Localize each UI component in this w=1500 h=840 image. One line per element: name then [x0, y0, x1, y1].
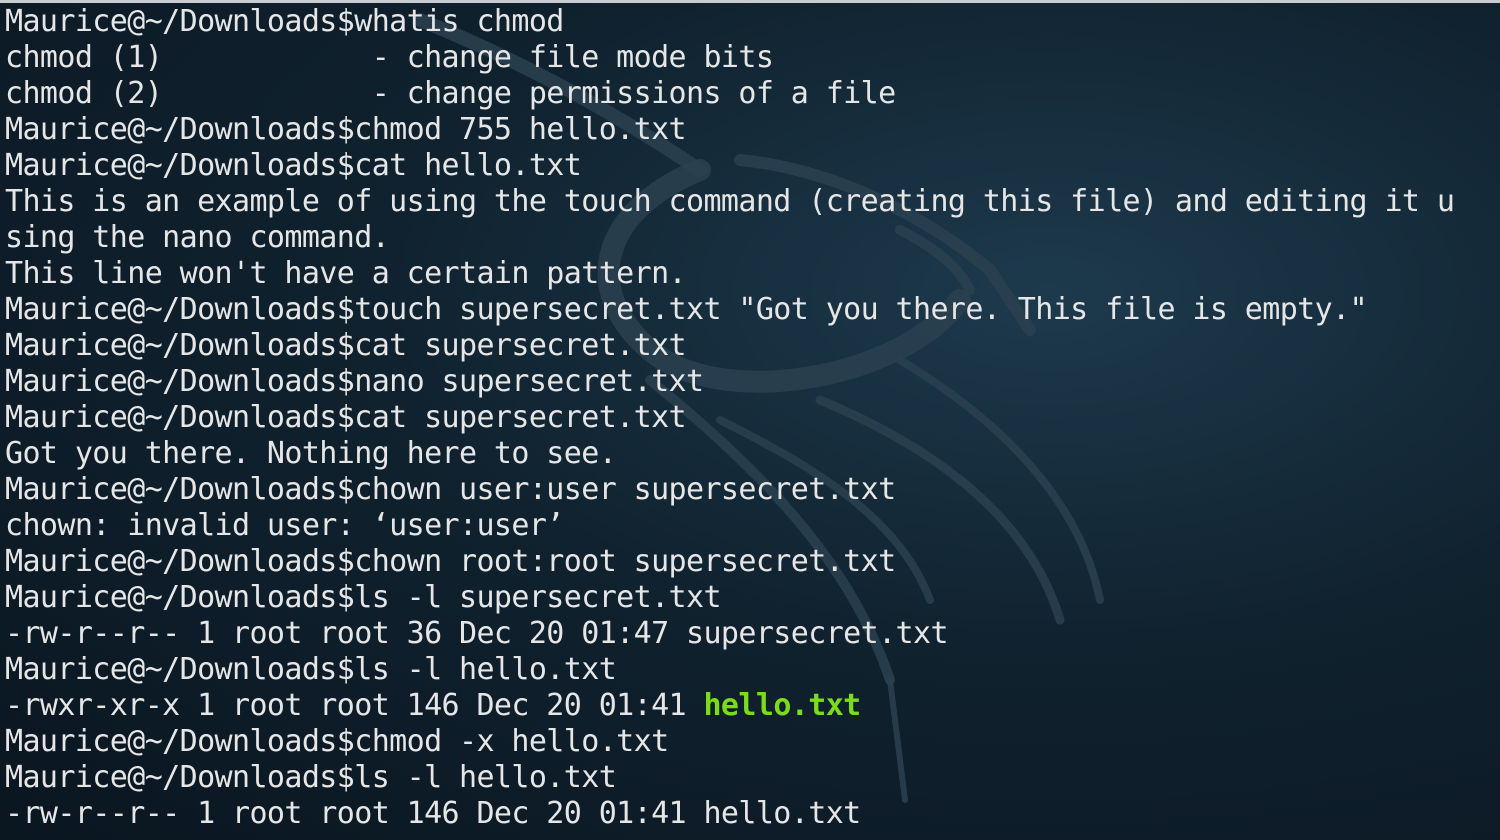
terminal-line: This line won't have a certain pattern. — [5, 256, 687, 291]
terminal-line: chown: invalid user: ‘user:user’ — [5, 508, 564, 543]
terminal-line: Maurice@~/Downloads$cat hello.txt — [5, 148, 582, 183]
terminal-line: Maurice@~/Downloads$whatis chmod — [5, 4, 564, 39]
terminal-line: Maurice@~/Downloads$chown user:user supe… — [5, 472, 896, 507]
terminal-line: chmod (1) - change file mode bits — [5, 40, 774, 75]
terminal-line: Maurice@~/Downloads$cat supersecret.txt — [5, 328, 687, 363]
terminal-line: -rwxr-xr-x 1 root root 146 Dec 20 01:41 … — [5, 688, 1500, 724]
terminal-line: chmod (2) - change permissions of a file — [5, 76, 896, 111]
terminal-line: Maurice@~/Downloads$chmod 755 hello.txt — [5, 112, 687, 147]
terminal-prompt-line[interactable] — [5, 832, 1500, 840]
ls-line-prefix: -rwxr-xr-x 1 root root 146 Dec 20 01:41 — [5, 688, 704, 723]
executable-filename: hello.txt — [703, 688, 861, 723]
terminal-line: Maurice@~/Downloads$cat supersecret.txt — [5, 400, 687, 435]
terminal-line: This is an example of using the touch co… — [5, 184, 1455, 219]
terminal-window[interactable]: Maurice@~/Downloads$whatis chmod chmod (… — [0, 0, 1500, 840]
terminal-line: Maurice@~/Downloads$chmod -x hello.txt — [5, 724, 669, 759]
terminal-line: -rw-r--r-- 1 root root 146 Dec 20 01:41 … — [5, 796, 861, 831]
terminal-line: -rw-r--r-- 1 root root 36 Dec 20 01:47 s… — [5, 616, 949, 651]
window-top-border — [0, 0, 1500, 3]
terminal-line: Maurice@~/Downloads$ls -l supersecret.tx… — [5, 580, 722, 615]
terminal-line: Maurice@~/Downloads$chown root:root supe… — [5, 544, 896, 579]
terminal-line: Maurice@~/Downloads$ls -l hello.txt — [5, 760, 617, 795]
terminal-line: Maurice@~/Downloads$touch supersecret.tx… — [5, 292, 1368, 327]
terminal-output: Maurice@~/Downloads$whatis chmod chmod (… — [5, 4, 1500, 840]
terminal-line: Got you there. Nothing here to see. — [5, 436, 617, 471]
terminal-line: Maurice@~/Downloads$nano supersecret.txt — [5, 364, 704, 399]
terminal-line: sing the nano command. — [5, 220, 390, 255]
terminal-line: Maurice@~/Downloads$ls -l hello.txt — [5, 652, 617, 687]
